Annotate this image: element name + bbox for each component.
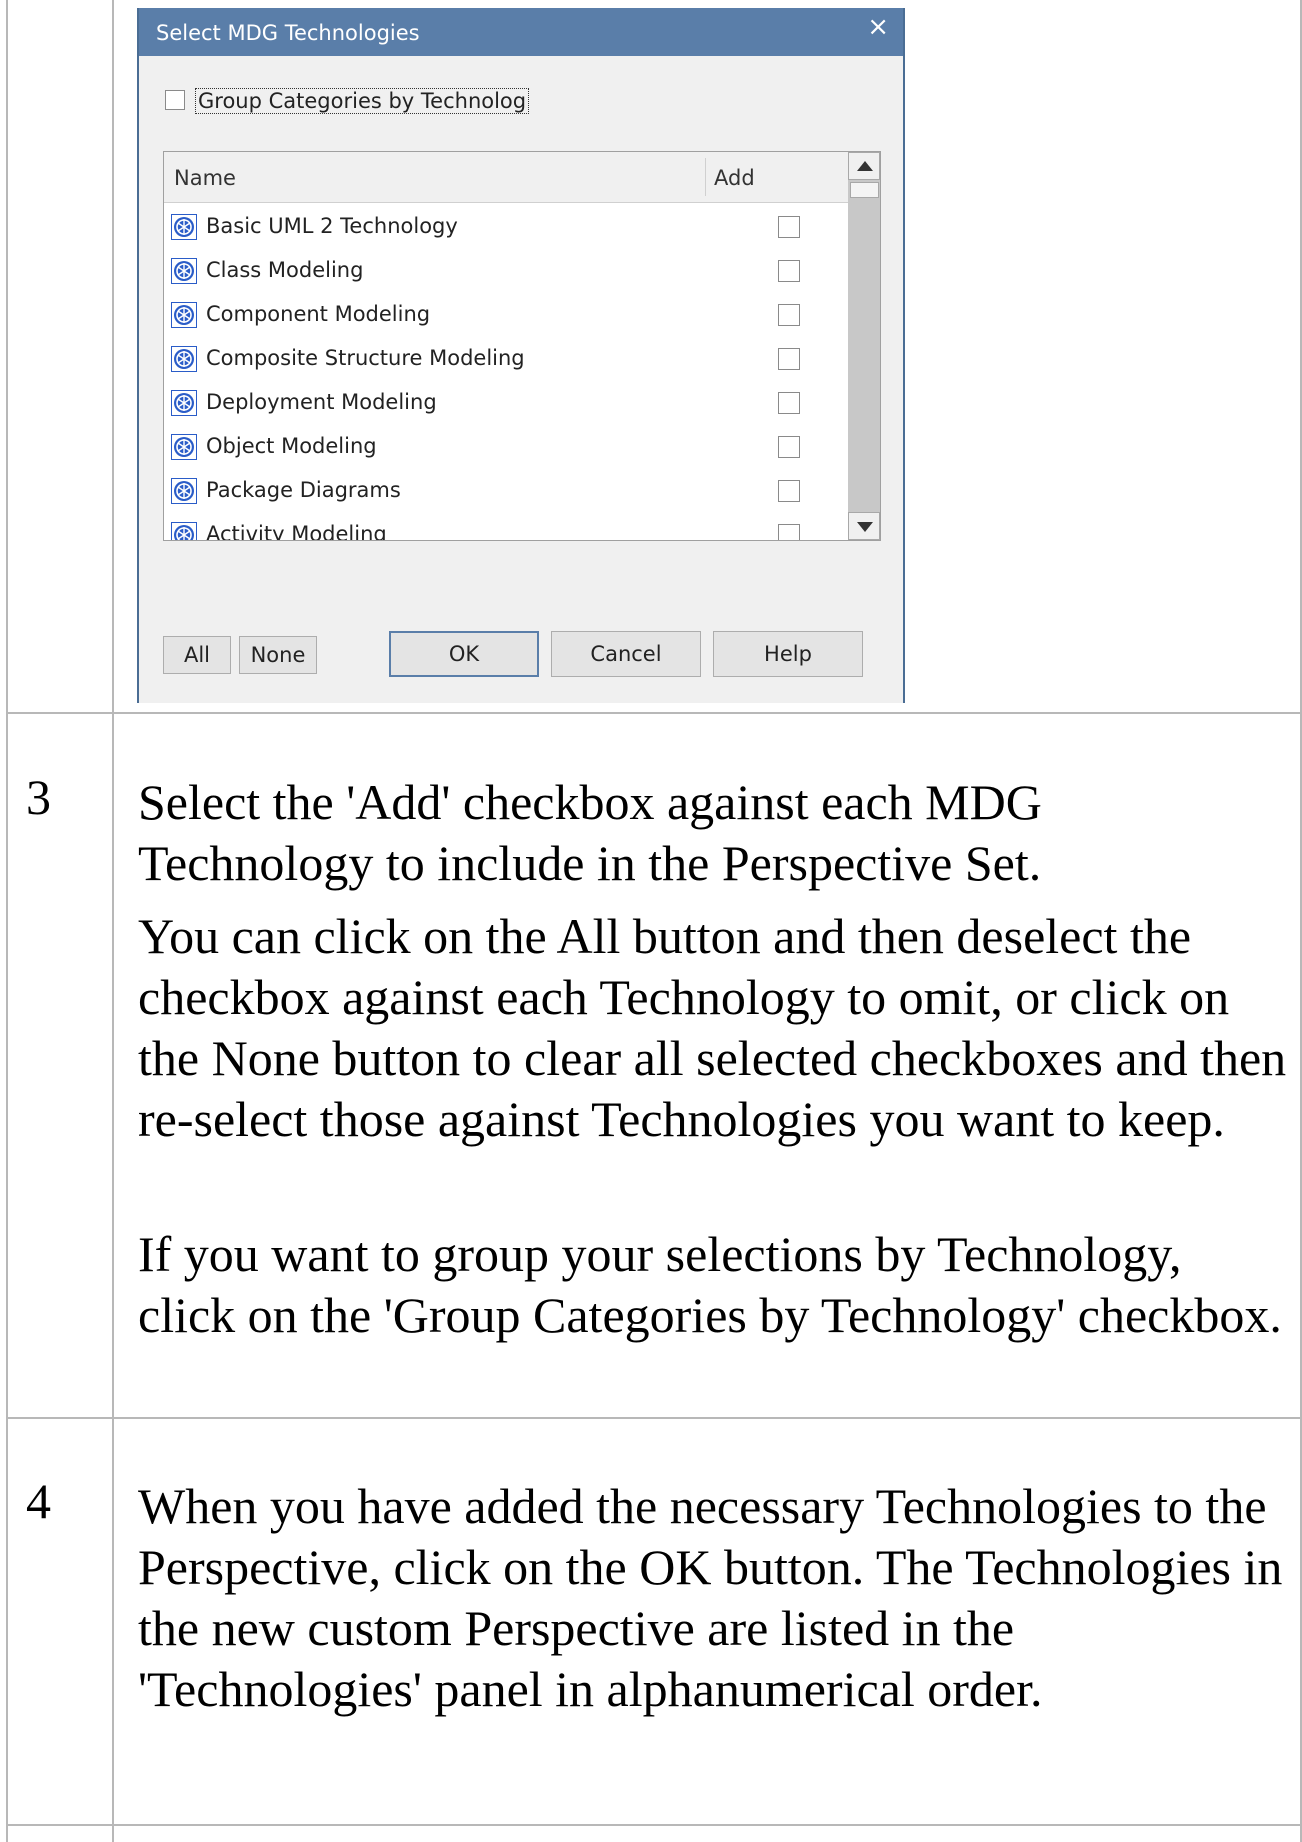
scroll-up-button[interactable]: [848, 152, 880, 180]
none-button[interactable]: None: [239, 636, 317, 674]
step-number: 4: [26, 1473, 51, 1529]
column-divider: [705, 158, 706, 196]
list-item[interactable]: Composite Structure Modeling: [164, 336, 848, 380]
add-checkbox[interactable]: [778, 216, 800, 238]
vertical-scrollbar[interactable]: [848, 152, 880, 540]
all-button[interactable]: All: [163, 636, 231, 674]
ok-button[interactable]: OK: [389, 631, 539, 677]
close-icon[interactable]: ×: [867, 12, 889, 42]
list-item[interactable]: Class Modeling: [164, 248, 848, 292]
list-item-label: Component Modeling: [206, 302, 431, 326]
list-item-label: Basic UML 2 Technology: [206, 214, 458, 238]
add-checkbox[interactable]: [778, 260, 800, 282]
add-checkbox[interactable]: [778, 436, 800, 458]
select-mdg-technologies-dialog: Select MDG Technologies × Group Categori…: [137, 8, 905, 703]
table-row-divider: [6, 712, 1302, 714]
dialog-title: Select MDG Technologies: [156, 21, 420, 45]
add-checkbox[interactable]: [778, 348, 800, 370]
list-item-label: Package Diagrams: [206, 478, 401, 502]
list-item[interactable]: Activity Modeling: [164, 512, 848, 541]
mdg-technology-icon: [171, 390, 197, 416]
column-header-name[interactable]: Name: [174, 166, 236, 190]
scroll-down-button[interactable]: [848, 512, 880, 540]
help-button[interactable]: Help: [713, 631, 863, 677]
list-item-label: Deployment Modeling: [206, 390, 437, 414]
step-paragraph: If you want to group your selections by …: [138, 1226, 1282, 1343]
list-item[interactable]: Component Modeling: [164, 292, 848, 336]
group-categories-label[interactable]: Group Categories by Technolog: [195, 88, 530, 114]
mdg-technology-icon: [171, 478, 197, 504]
mdg-technology-icon: [171, 434, 197, 460]
list-item[interactable]: Basic UML 2 Technology: [164, 204, 848, 248]
column-header-add[interactable]: Add: [714, 166, 755, 190]
mdg-technology-icon: [171, 346, 197, 372]
list-item-label: Composite Structure Modeling: [206, 346, 525, 370]
arrow-up-icon: [857, 161, 873, 171]
list-item-label: Class Modeling: [206, 258, 364, 282]
cancel-button[interactable]: Cancel: [551, 631, 701, 677]
list-item[interactable]: Deployment Modeling: [164, 380, 848, 424]
add-checkbox[interactable]: [778, 304, 800, 326]
list-item-label: Object Modeling: [206, 434, 377, 458]
list-header: Name Add: [164, 152, 848, 203]
add-checkbox[interactable]: [778, 392, 800, 414]
dialog-title-bar: Select MDG Technologies ×: [139, 8, 903, 56]
add-checkbox[interactable]: [778, 524, 800, 540]
list-item-label: Activity Modeling: [206, 522, 387, 541]
mdg-technology-icon: [171, 258, 197, 284]
step-paragraph: You can click on the All button and then…: [138, 908, 1287, 1147]
mdg-technology-icon: [171, 302, 197, 328]
arrow-down-icon: [857, 522, 873, 532]
group-categories-checkbox[interactable]: [165, 90, 185, 110]
scroll-thumb[interactable]: [850, 182, 879, 198]
technology-list[interactable]: Name Add Basic UML 2 Technology Class Mod…: [163, 151, 881, 541]
table-left-border: [6, 0, 8, 1842]
table-row-divider: [6, 1824, 1302, 1826]
step-paragraph: When you have added the necessary Techno…: [138, 1478, 1283, 1717]
step-number: 3: [26, 769, 51, 825]
mdg-technology-icon: [171, 214, 197, 240]
add-checkbox[interactable]: [778, 480, 800, 502]
table-column-divider: [112, 0, 114, 1842]
step-paragraph: Select the 'Add' checkbox against each M…: [138, 774, 1042, 891]
list-item[interactable]: Object Modeling: [164, 424, 848, 468]
list-item[interactable]: Package Diagrams: [164, 468, 848, 512]
mdg-technology-icon: [171, 522, 197, 540]
table-row-divider: [6, 1417, 1302, 1419]
